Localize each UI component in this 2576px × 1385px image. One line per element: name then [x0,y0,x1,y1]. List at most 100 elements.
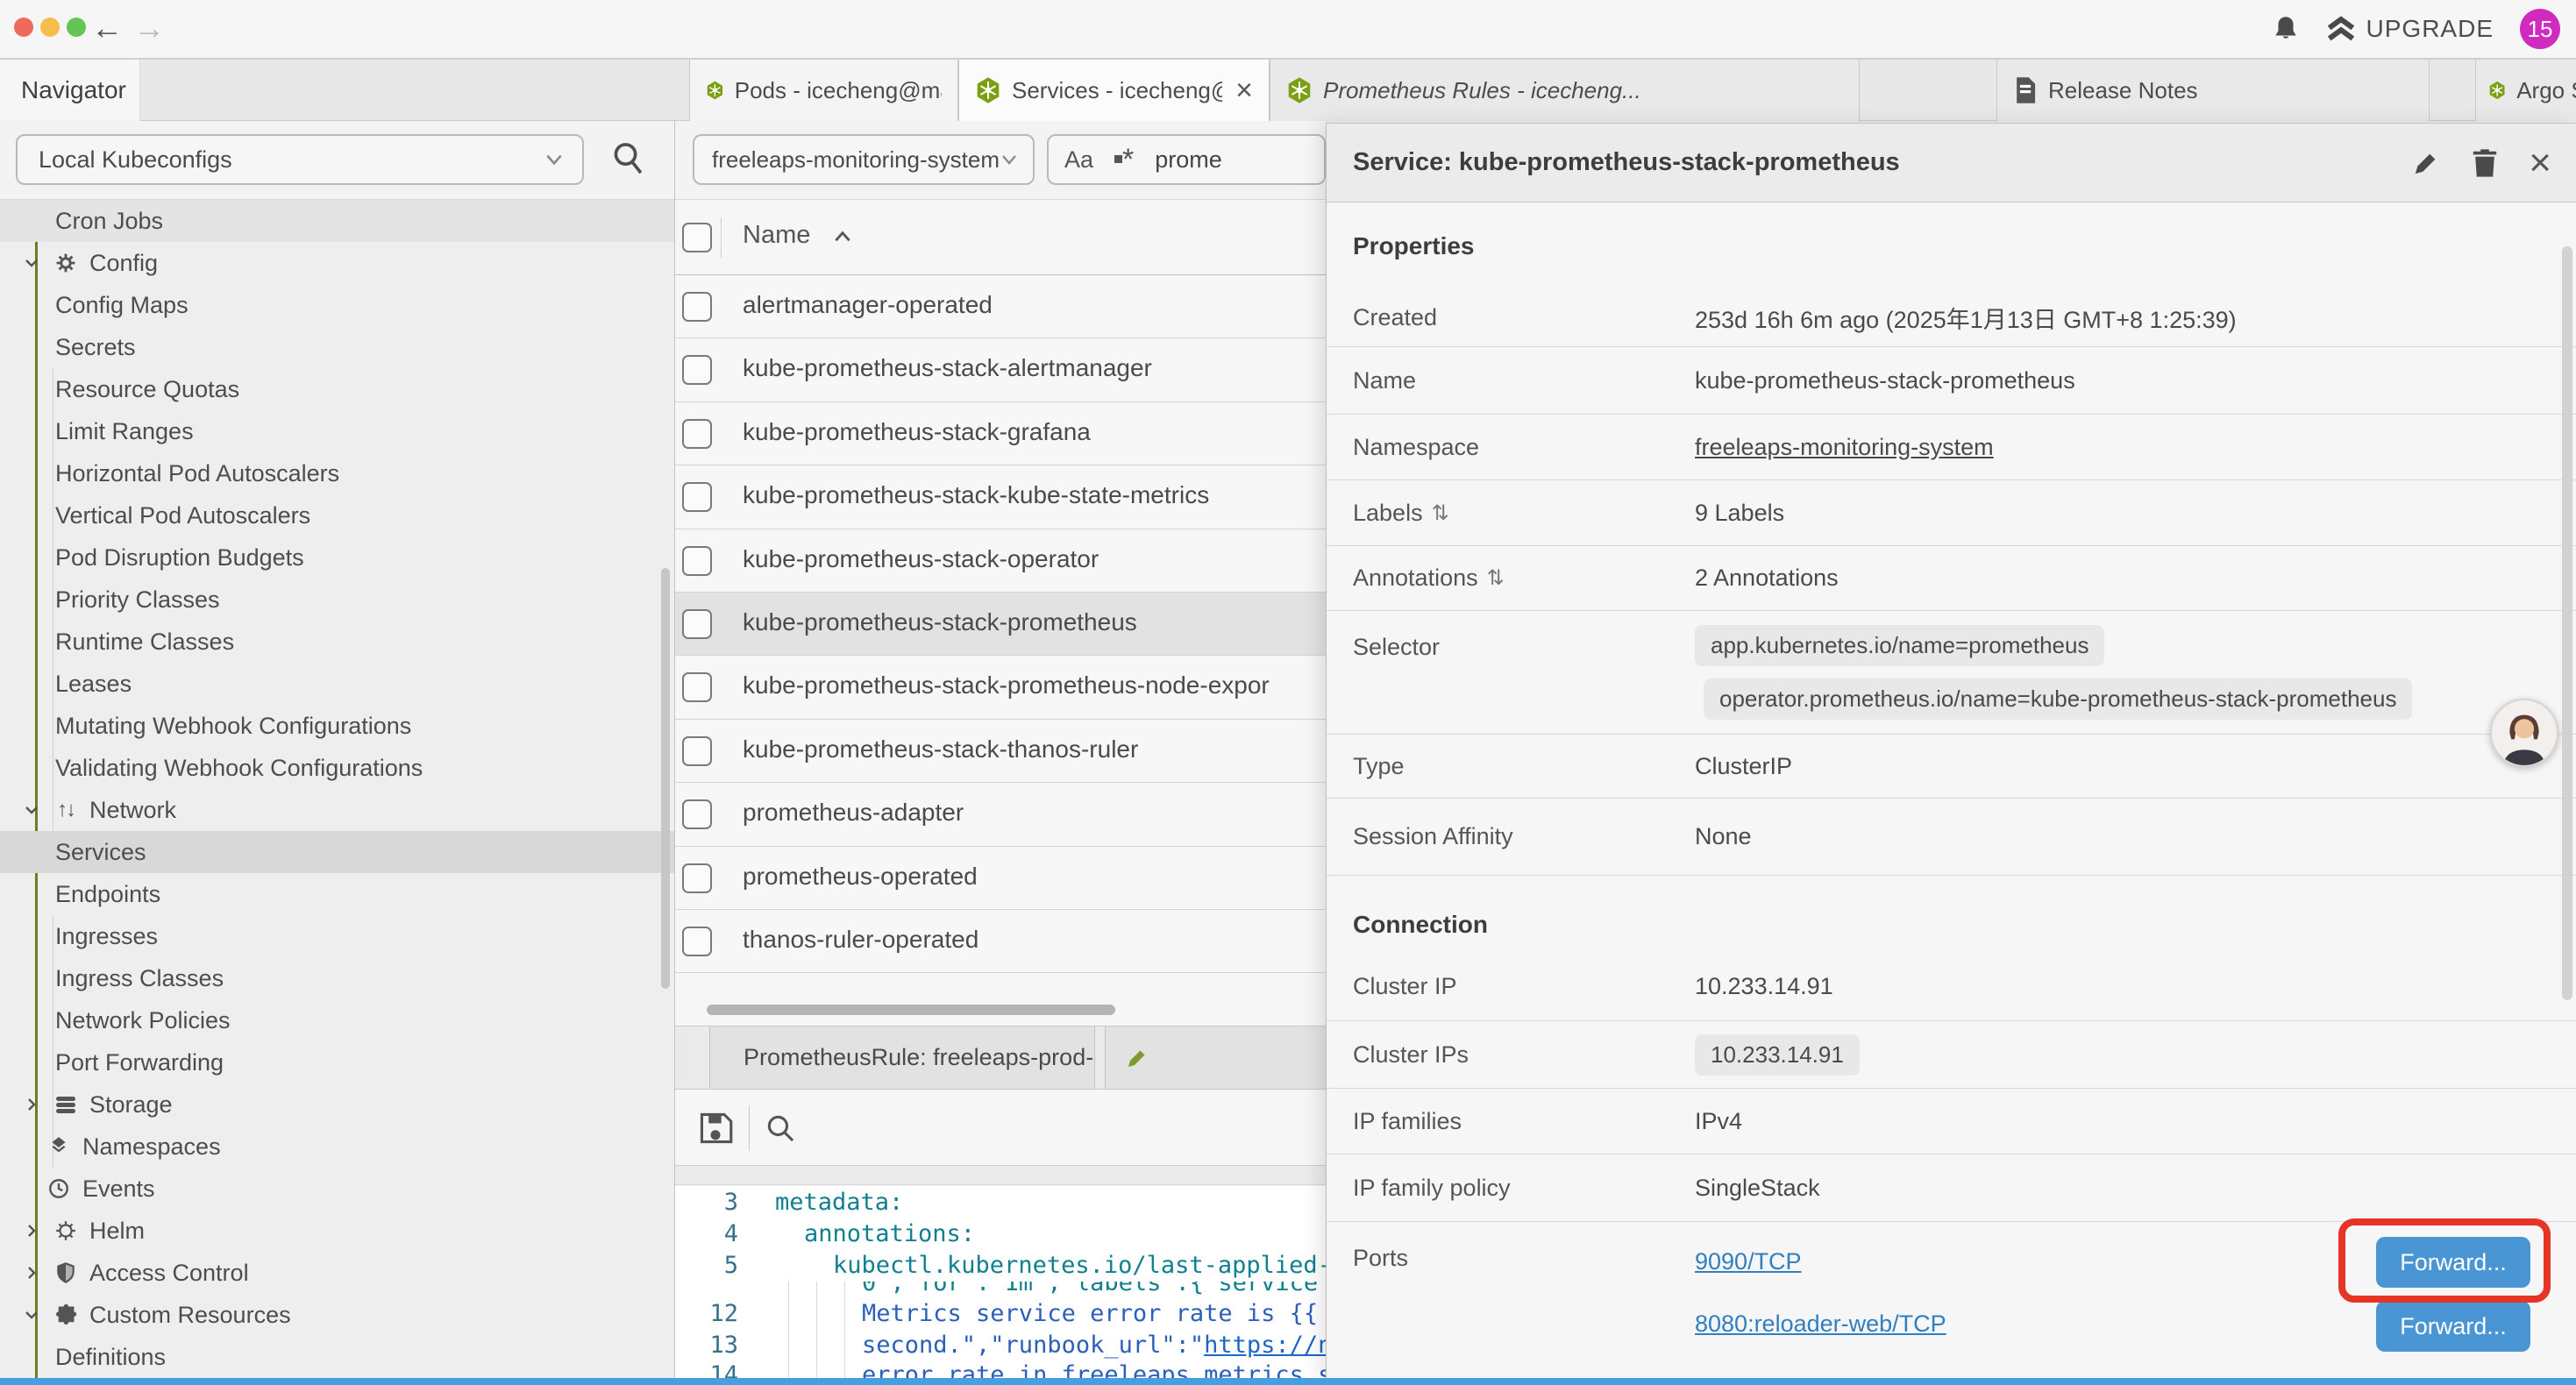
sidebar-group-config[interactable]: Config [0,242,674,284]
sidebar-item-port-forwarding[interactable]: Port Forwarding [0,1041,674,1083]
editor-search-icon[interactable] [765,1112,798,1146]
sidebar-item-horizontal-pod-autoscalers[interactable]: Horizontal Pod Autoscalers [0,452,674,494]
sidebar-item-validating-webhook-configurations[interactable]: Validating Webhook Configurations [0,747,674,789]
row-checkbox[interactable] [682,482,712,512]
table-row[interactable]: alertmanager-operated [675,275,1326,338]
row-checkbox[interactable] [682,355,712,385]
sidebar-item-cron-jobs[interactable]: Cron Jobs [0,200,674,242]
yaml-editor[interactable]: 3metadata: 4annotations: 5kubectl.kubern… [675,1186,1326,1378]
horizontal-scrollbar[interactable] [707,1005,1115,1015]
delete-trash-icon[interactable] [2471,147,2499,179]
chevron-right-icon[interactable] [23,1096,42,1113]
tab-argo[interactable]: Argo Se [2475,60,2576,121]
port-link-9090[interactable]: 9090/TCP [1695,1248,1946,1275]
sidebar-item-ingresses[interactable]: Ingresses [0,915,674,957]
match-case-toggle[interactable]: Aa [1064,146,1093,174]
sidebar-group-access-control[interactable]: Access Control [0,1252,674,1294]
table-row[interactable]: kube-prometheus-stack-prometheus-node-ex… [675,656,1326,719]
sidebar-item-events[interactable]: Events [0,1168,674,1210]
sidebar-item-mutating-webhook-configurations[interactable]: Mutating Webhook Configurations [0,705,674,747]
expand-collapse-icon[interactable]: ⇅ [1487,565,1505,591]
select-all-checkbox[interactable] [682,223,712,252]
upgrade-button[interactable]: UPGRADE [2326,15,2494,43]
row-checkbox[interactable] [682,927,712,956]
table-row[interactable]: kube-prometheus-stack-thanos-ruler [675,720,1326,783]
row-checkbox[interactable] [682,546,712,576]
sidebar-search-icon[interactable] [610,140,645,177]
sidebar-item-priority-classes[interactable]: Priority Classes [0,579,674,621]
table-row[interactable]: prometheus-adapter [675,783,1326,846]
navigator-tab[interactable]: Navigator [0,60,140,121]
editor-tab-partial[interactable] [1105,1026,1326,1089]
row-checkbox[interactable] [682,863,712,893]
row-checkbox[interactable] [682,799,712,829]
sidebar-scrollbar[interactable] [661,568,670,989]
sidebar-item-config-maps[interactable]: Config Maps [0,284,674,326]
sidebar-item-services[interactable]: Services [0,831,674,873]
edit-pencil-icon[interactable] [2411,148,2441,178]
table-row-selected[interactable]: kube-prometheus-stack-prometheus [675,593,1326,656]
sidebar-group-network[interactable]: ↑↓ Network [0,789,674,831]
sidebar-item-vertical-pod-autoscalers[interactable]: Vertical Pod Autoscalers [0,494,674,536]
sidebar-item-network-policies[interactable]: Network Policies [0,999,674,1041]
back-arrow-icon[interactable]: ← [91,9,123,47]
tab-close-icon[interactable]: × [1235,75,1253,105]
sidebar-item-secrets[interactable]: Secrets [0,326,674,368]
table-row[interactable]: kube-prometheus-stack-grafana [675,402,1326,465]
tab-release-notes[interactable]: Release Notes [1996,60,2430,121]
namespace-link[interactable]: freeleaps-monitoring-system [1695,434,1994,461]
sidebar-item-resource-quotas[interactable]: Resource Quotas [0,368,674,410]
sidebar-item-leases[interactable]: Leases [0,663,674,705]
sidebar-item-namespaces[interactable]: Namespaces [0,1126,674,1168]
chevron-right-icon[interactable] [23,1264,42,1282]
row-checkbox[interactable] [682,672,712,702]
table-row[interactable]: kube-prometheus-stack-operator [675,529,1326,593]
table-row[interactable]: kube-prometheus-stack-kube-state-metrics [675,465,1326,529]
table-row[interactable]: thanos-ruler-operated [675,910,1326,973]
regex-toggle[interactable]: * [1114,151,1134,168]
sidebar-item-pod-disruption-budgets[interactable]: Pod Disruption Budgets [0,536,674,579]
window-close-button[interactable] [14,18,33,37]
forward-button-8080[interactable]: Forward... [2376,1301,2530,1352]
sidebar-item-endpoints[interactable]: Endpoints [0,873,674,915]
table-row[interactable]: kube-prometheus-stack-alertmanager [675,338,1326,401]
row-checkbox[interactable] [682,736,712,766]
assistant-avatar[interactable] [2490,699,2558,767]
close-icon[interactable]: × [2529,144,2551,182]
tab-prometheus-rules[interactable]: Prometheus Rules - icecheng... [1270,60,1860,121]
row-checkbox[interactable] [682,609,712,639]
sidebar-item-definitions[interactable]: Definitions [0,1336,674,1378]
sidebar-group-custom-resources[interactable]: Custom Resources [0,1294,674,1336]
sidebar-group-helm[interactable]: Helm [0,1210,674,1252]
tab-pods[interactable]: Pods - icecheng@mathmas... [689,60,958,121]
chevron-down-icon[interactable] [23,801,42,819]
chevron-down-icon[interactable] [23,1306,42,1324]
kubeconfig-select[interactable]: Local Kubeconfigs [16,134,584,185]
filter-input[interactable]: Aa * prome [1047,134,1326,185]
tab-argo-label: Argo Se [2516,77,2576,104]
name-column-header[interactable]: Name [743,221,810,250]
editor-tab-prometheusrule[interactable]: PrometheusRule: freeleaps-prod-rabbitmq [709,1026,1095,1089]
chevron-down-icon[interactable] [23,254,42,272]
sidebar-item-ingress-classes[interactable]: Ingress Classes [0,957,674,999]
save-icon[interactable] [698,1111,733,1146]
sidebar-item-runtime-classes[interactable]: Runtime Classes [0,621,674,663]
sidebar-item-limit-ranges[interactable]: Limit Ranges [0,410,674,452]
sidebar-group-storage[interactable]: Storage [0,1083,674,1126]
tab-services[interactable]: Services - icecheng@math... × [958,60,1270,121]
table-row[interactable]: prometheus-operated [675,847,1326,910]
chevron-right-icon[interactable] [23,1222,42,1239]
row-checkbox[interactable] [682,419,712,449]
notifications-bell-icon[interactable] [2272,14,2300,44]
row-checkbox[interactable] [682,292,712,322]
namespace-select[interactable]: freeleaps-monitoring-system [693,134,1035,185]
runbook-url-link[interactable]: https://net [1204,1332,1326,1359]
sort-ascending-icon[interactable] [831,228,854,245]
notification-count-badge[interactable]: 15 [2520,9,2560,49]
expand-collapse-icon[interactable]: ⇅ [1432,501,1449,526]
port-link-8080[interactable]: 8080:reloader-web/TCP [1695,1310,1946,1338]
detail-scrollbar[interactable] [2562,246,2572,1000]
window-zoom-button[interactable] [67,18,86,37]
table-header: Name [675,200,1326,275]
window-minimize-button[interactable] [40,18,60,37]
